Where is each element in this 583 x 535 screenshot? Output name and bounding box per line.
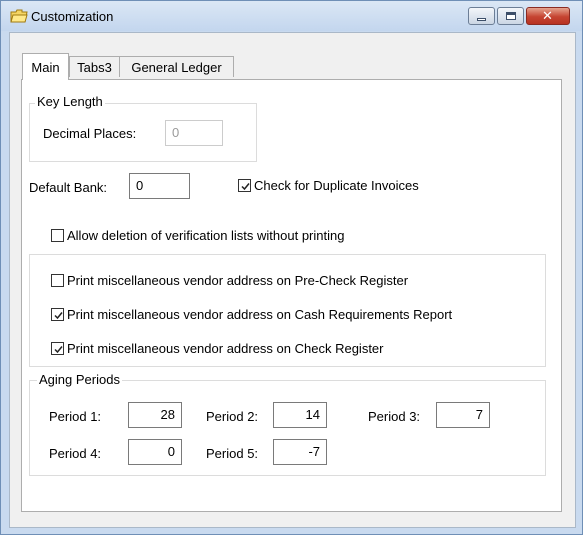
maximize-button[interactable]	[497, 7, 524, 25]
decimal-places-field[interactable]: 0	[165, 120, 223, 146]
decimal-places-label: Decimal Places:	[43, 126, 137, 141]
default-bank-field[interactable]: 0	[129, 173, 190, 199]
checkbox-checked-icon	[51, 308, 64, 321]
main-tab-page: Key Length Decimal Places: 0 Default Ban…	[21, 79, 562, 512]
checkbox-checked-icon	[238, 179, 251, 192]
period-1-label: Period 1:	[49, 409, 102, 424]
allow-deletion-label: Allow deletion of verification lists wit…	[67, 228, 345, 243]
title-bar[interactable]: Customization ✕	[1, 1, 582, 31]
pre-check-register-checkbox[interactable]: Print miscellaneous vendor address on Pr…	[51, 273, 408, 288]
tab-tabs3[interactable]: Tabs3	[69, 56, 120, 77]
aging-periods-title: Aging Periods	[37, 372, 122, 387]
key-length-title: Key Length	[35, 94, 105, 109]
window-title: Customization	[31, 9, 114, 24]
checkbox-unchecked-icon	[51, 274, 64, 287]
checkbox-unchecked-icon	[51, 229, 64, 242]
allow-deletion-checkbox[interactable]: Allow deletion of verification lists wit…	[51, 228, 344, 243]
tab-general-ledger[interactable]: General Ledger	[119, 56, 234, 77]
period-5-field[interactable]: -7	[273, 439, 327, 465]
pre-check-register-label: Print miscellaneous vendor address on Pr…	[67, 273, 409, 288]
minimize-button[interactable]	[468, 7, 495, 25]
duplicate-invoices-checkbox[interactable]: Check for Duplicate Invoices	[238, 178, 419, 193]
duplicate-invoices-label: Check for Duplicate Invoices	[254, 178, 419, 193]
cash-requirements-checkbox[interactable]: Print miscellaneous vendor address on Ca…	[51, 307, 452, 322]
period-4-label: Period 4:	[49, 446, 102, 461]
customization-window: Customization ✕ Main Tabs3 General Ledge…	[0, 0, 583, 535]
maximize-icon	[506, 12, 516, 20]
close-button[interactable]: ✕	[526, 7, 570, 25]
folder-icon	[10, 9, 28, 23]
tab-main[interactable]: Main	[22, 53, 69, 80]
check-register-label: Print miscellaneous vendor address on Ch…	[67, 341, 384, 356]
period-1-field[interactable]: 28	[128, 402, 182, 428]
period-3-label: Period 3:	[368, 409, 421, 424]
cash-requirements-label: Print miscellaneous vendor address on Ca…	[67, 307, 453, 322]
close-icon: ✕	[542, 9, 553, 24]
default-bank-label: Default Bank:	[29, 180, 108, 195]
period-4-field[interactable]: 0	[128, 439, 182, 465]
period-3-field[interactable]: 7	[436, 402, 490, 428]
checkbox-checked-icon	[51, 342, 64, 355]
minimize-icon	[477, 18, 486, 21]
period-2-label: Period 2:	[206, 409, 259, 424]
dialog-client-area: Main Tabs3 General Ledger Key Length Dec…	[9, 32, 576, 528]
check-register-checkbox[interactable]: Print miscellaneous vendor address on Ch…	[51, 341, 384, 356]
period-5-label: Period 5:	[206, 446, 259, 461]
period-2-field[interactable]: 14	[273, 402, 327, 428]
